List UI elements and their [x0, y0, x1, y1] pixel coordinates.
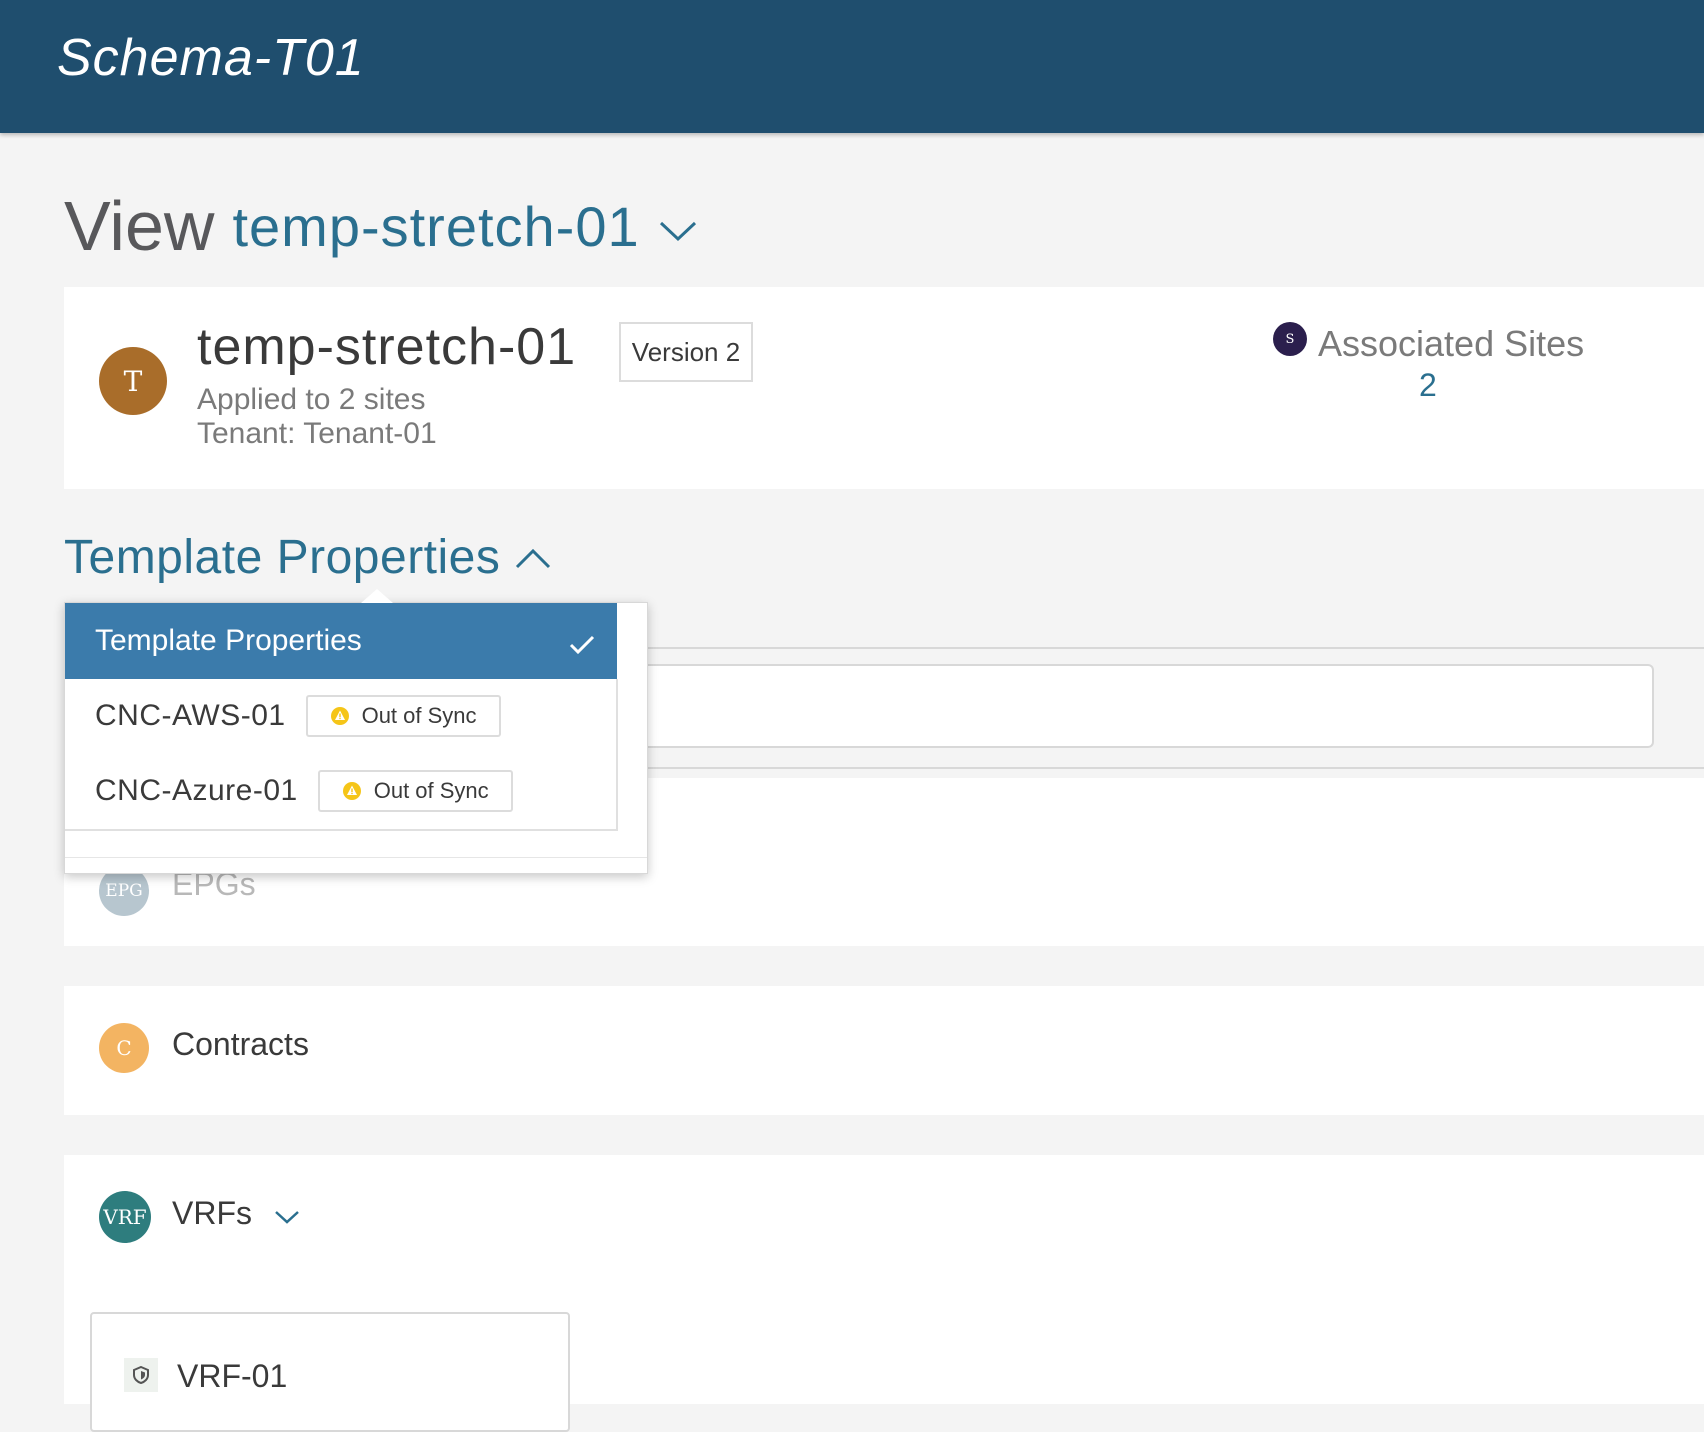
vrf-name: VRF-01 [177, 1358, 288, 1394]
template-summary-card: T temp-stretch-01 Version 2 Applied to 2… [64, 287, 1704, 489]
associated-sites-label: Associated Sites [1318, 323, 1585, 364]
template-name: temp-stretch-01 [197, 318, 577, 376]
vrf-avatar: VRF [99, 1191, 151, 1243]
dropdown-item-cnc-azure-01[interactable]: CNC-Azure-01 Out of Sync [95, 770, 513, 812]
dropdown-divider [616, 679, 618, 831]
tenant-text: Tenant: Tenant-01 [197, 417, 437, 450]
vrfs-label[interactable]: VRFs [172, 1195, 252, 1232]
vrf-item[interactable]: VRF-01 [90, 1312, 570, 1432]
dropdown-item-template-properties[interactable]: Template Properties [65, 603, 617, 679]
warning-icon [342, 781, 362, 801]
schema-title: Schema-T01 [57, 29, 365, 87]
shield-icon [124, 1358, 158, 1392]
template-properties-toggle[interactable]: Template Properties [64, 530, 552, 585]
chevron-up-icon[interactable] [514, 546, 552, 575]
view-selector: View temp-stretch-01 [64, 186, 698, 266]
applied-sites-text: Applied to 2 sites [197, 383, 426, 416]
properties-input-field[interactable] [600, 664, 1654, 748]
checkmark-icon [569, 629, 595, 663]
properties-panel-strip [600, 778, 1704, 816]
chevron-down-icon[interactable] [658, 219, 698, 248]
out-of-sync-badge: Out of Sync [317, 770, 513, 812]
dropdown-divider [65, 857, 647, 858]
contracts-avatar: C [99, 1023, 149, 1073]
version-badge: Version 2 [619, 322, 753, 382]
chevron-down-icon[interactable] [274, 1209, 300, 1230]
out-of-sync-badge: Out of Sync [305, 695, 501, 737]
dropdown-item-cnc-aws-01[interactable]: CNC-AWS-01 Out of Sync [95, 695, 501, 737]
template-avatar: T [99, 347, 167, 415]
associated-sites-count[interactable]: 2 [1419, 367, 1437, 404]
sync-status-text: Out of Sync [361, 703, 477, 728]
warning-icon [330, 706, 350, 726]
dropdown-item-label: Template Properties [95, 624, 362, 657]
view-label: View [64, 187, 215, 265]
template-properties-dropdown: Template Properties CNC-AWS-01 Out of Sy… [64, 589, 648, 874]
contracts-label[interactable]: Contracts [172, 1026, 309, 1063]
dropdown-item-label: CNC-AWS-01 [95, 699, 286, 732]
contracts-section: C Contracts [64, 986, 1704, 1115]
dropdown-item-label: CNC-Azure-01 [95, 774, 298, 807]
template-properties-title[interactable]: Template Properties [64, 530, 500, 585]
view-template-selector[interactable]: temp-stretch-01 [232, 194, 639, 259]
sync-status-text: Out of Sync [373, 778, 489, 803]
dropdown-divider [65, 829, 617, 831]
site-icon: S [1273, 322, 1307, 356]
app-header: Schema-T01 [0, 0, 1704, 133]
dropdown-caret [361, 589, 393, 603]
vrfs-section: VRF VRFs VRF-01 [64, 1155, 1704, 1432]
